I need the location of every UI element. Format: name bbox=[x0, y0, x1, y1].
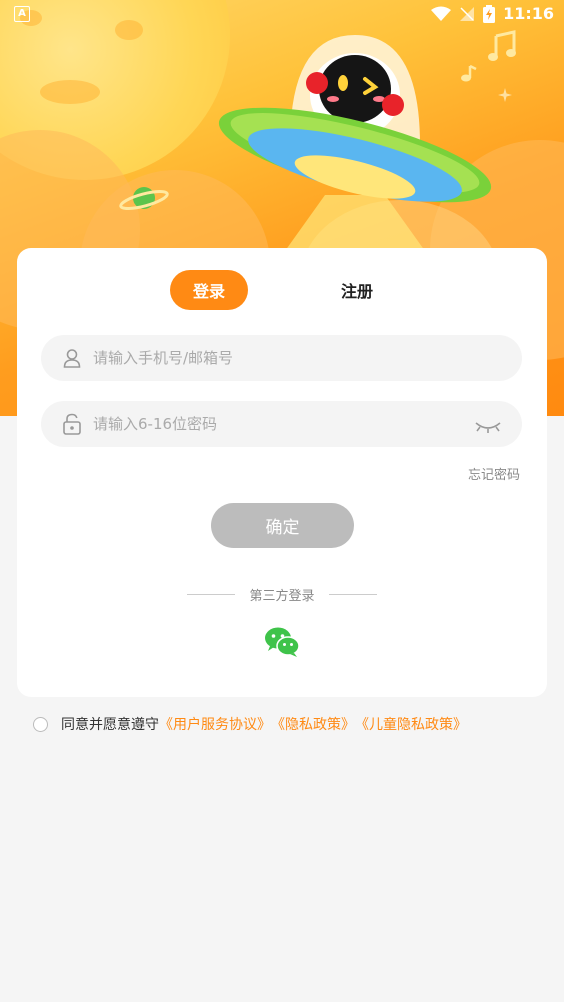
ufo-mascot-illustration bbox=[218, 35, 492, 265]
forgot-password-link[interactable]: 忘记密码 bbox=[468, 464, 520, 483]
account-input[interactable] bbox=[91, 348, 522, 368]
agreement-row: 同意并愿意遵守 《用户服务协议》 《隐私政策》 《儿童隐私政策》 bbox=[33, 714, 467, 734]
account-field[interactable] bbox=[41, 335, 522, 381]
eye-closed-icon[interactable] bbox=[474, 415, 502, 435]
child-privacy-policy-link[interactable]: 《儿童隐私政策》 bbox=[355, 714, 467, 734]
wechat-icon[interactable] bbox=[264, 626, 300, 658]
login-card: 登录 注册 忘记密码 确定 第三方登录 bbox=[17, 248, 547, 697]
password-input[interactable] bbox=[91, 414, 522, 434]
agreement-text: 同意并愿意遵守 bbox=[61, 717, 159, 733]
password-field[interactable] bbox=[41, 401, 522, 447]
user-icon bbox=[61, 347, 83, 369]
planet-icon bbox=[119, 187, 169, 210]
privacy-policy-link[interactable]: 《隐私政策》 bbox=[271, 714, 355, 734]
status-bar: A 11:16 bbox=[0, 0, 564, 28]
confirm-button[interactable]: 确定 bbox=[211, 503, 354, 548]
divider-line bbox=[187, 594, 236, 595]
moon-crater bbox=[40, 80, 100, 104]
battery-icon bbox=[483, 4, 496, 23]
lock-icon bbox=[61, 413, 83, 435]
tab-login[interactable]: 登录 bbox=[170, 270, 248, 310]
tab-register[interactable]: 注册 bbox=[317, 270, 397, 310]
wifi-icon bbox=[431, 6, 452, 21]
agreement-checkbox[interactable] bbox=[33, 716, 48, 732]
third-party-label: 第三方登录 bbox=[249, 589, 315, 604]
app-notification-icon: A bbox=[14, 6, 30, 22]
status-time: 11:16 bbox=[503, 4, 554, 23]
divider-line bbox=[328, 594, 377, 595]
signal-icon bbox=[460, 6, 475, 21]
user-agreement-link[interactable]: 《用户服务协议》 bbox=[159, 714, 271, 734]
third-party-divider: 第三方登录 bbox=[187, 585, 377, 604]
